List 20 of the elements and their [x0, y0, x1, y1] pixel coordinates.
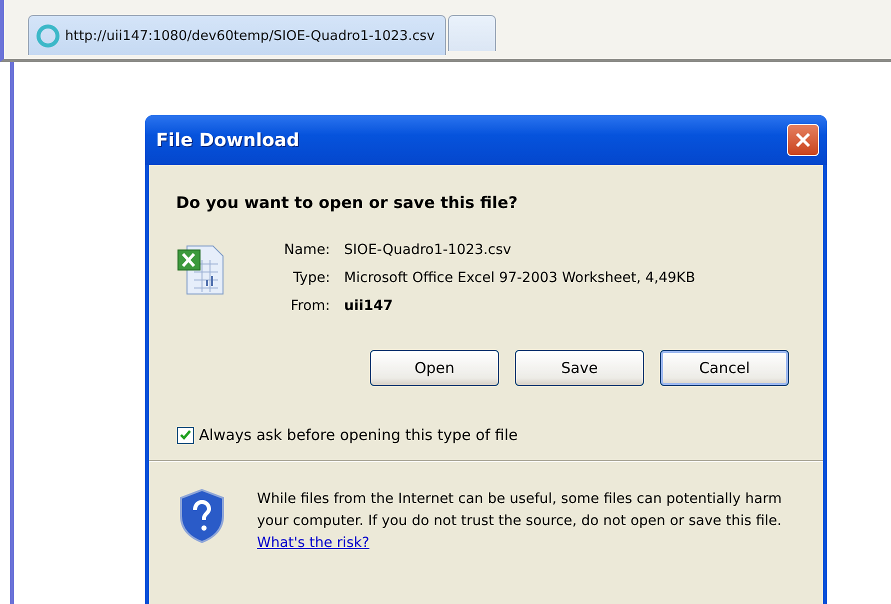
dialog-title: File Download [156, 130, 300, 150]
field-value: SIOE-Quadro1-1023.csv [344, 242, 512, 258]
shield-question-icon [179, 488, 225, 544]
checkbox[interactable] [177, 426, 194, 444]
dialog-button[interactable]: Open [370, 350, 499, 386]
field-value: Microsoft Office Excel 97-2003 Worksheet, 4,49KB [344, 270, 696, 286]
browser-tab[interactable]: http://uii147:1080/dev60temp/SIOE-Quadro1-1023.csv [28, 15, 446, 55]
risk-link[interactable]: What's the risk? [257, 535, 370, 551]
field-label: From: [290, 298, 330, 314]
question-text: Do you want to open or save this file? [176, 193, 519, 212]
loading-icon [35, 22, 61, 48]
field-value: uii147 [344, 298, 394, 314]
field-label: Type: [292, 270, 330, 286]
close-button[interactable] [787, 124, 819, 156]
field-label: Name: [284, 242, 330, 258]
dialog-button[interactable]: Cancel [660, 350, 789, 386]
dialog-button[interactable]: Save [515, 350, 644, 386]
warning-text: While files from the Internet can be useful, some files can potentially harm your computer. If you do not trust the source, do not open or save this file. What's the risk? [257, 490, 783, 553]
checkbox-label: Always ask before opening this type of file [199, 426, 518, 444]
close-icon [793, 130, 813, 150]
